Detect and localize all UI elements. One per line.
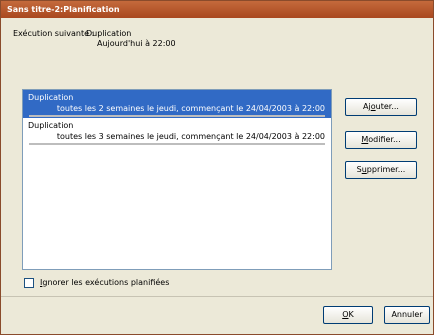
delete-button[interactable]: Supprimer... <box>345 161 417 179</box>
next-execution-label: Exécution suivante : <box>13 29 95 38</box>
footer-divider <box>1 296 433 297</box>
schedule-list[interactable]: Duplication toutes les 2 semaines le jeu… <box>22 89 332 270</box>
planification-dialog: Sans titre-2:Planification Exécution sui… <box>0 0 434 335</box>
add-label-suffix: uter... <box>375 102 399 111</box>
schedule-item-title: Duplication <box>28 121 74 130</box>
schedule-item[interactable]: Duplication toutes les 2 semaines le jeu… <box>23 90 331 118</box>
next-execution-value: Duplication <box>86 29 132 38</box>
ignore-label-suffix: gnorer les exécutions planifiées <box>42 278 170 287</box>
modify-button[interactable]: Modifier... <box>345 131 417 149</box>
schedule-item-title: Duplication <box>28 93 74 102</box>
schedule-item-separator <box>29 115 325 117</box>
delete-label-suffix: pprimer... <box>366 165 406 174</box>
next-execution-time: Aujourd'hui à 22:00 <box>97 39 176 48</box>
schedule-item-description: toutes les 3 semaines le jeudi, commença… <box>56 132 325 141</box>
ignore-scheduled-checkbox[interactable] <box>24 278 34 288</box>
ok-label-suffix: K <box>348 310 354 319</box>
cancel-button[interactable]: Annuler <box>384 306 430 324</box>
schedule-item-description: toutes les 2 semaines le jeudi, commença… <box>56 104 325 113</box>
modify-label-suffix: odifier... <box>368 135 401 144</box>
ok-button[interactable]: OK <box>323 306 373 324</box>
window-title: Sans titre-2:Planification <box>1 1 433 18</box>
schedule-item-separator <box>29 143 325 145</box>
ignore-scheduled-label[interactable]: Ignorer les exécutions planifiées <box>40 278 169 287</box>
add-label-prefix: Aj <box>363 102 371 111</box>
schedule-item[interactable]: Duplication toutes les 3 semaines le jeu… <box>23 118 331 146</box>
add-button[interactable]: Ajouter... <box>345 98 417 116</box>
